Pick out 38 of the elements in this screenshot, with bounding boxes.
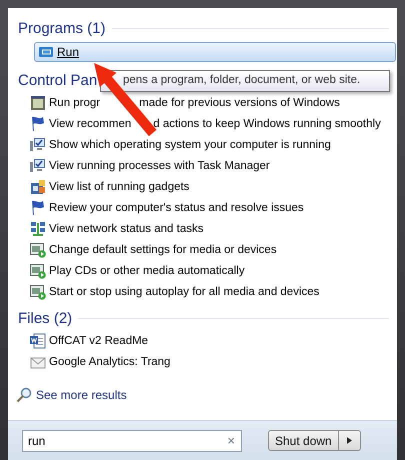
see-more-link[interactable]: See more results: [36, 388, 127, 402]
program-item[interactable]: Run: [34, 42, 396, 62]
application-icon: [30, 94, 46, 110]
run-icon: [38, 44, 54, 60]
search-field[interactable]: run ×: [22, 430, 242, 452]
monitor-icon: [30, 158, 46, 174]
media-icon: [30, 262, 46, 278]
control-panel-item[interactable]: View running processes with Task Manager: [49, 160, 270, 172]
gadgets-icon: [30, 178, 46, 194]
control-panel-item[interactable]: Review your computer's status and resolve issues: [49, 202, 304, 214]
shut-down-options-button[interactable]: [338, 430, 361, 451]
control-panel-item[interactable]: View list of running gadgets: [49, 180, 190, 192]
document-icon: [30, 332, 46, 348]
file-item[interactable]: Google Analytics: Trang: [49, 356, 170, 368]
control-panel-item[interactable]: View recommen: [49, 118, 132, 130]
shut-down-button[interactable]: Shut down: [268, 430, 339, 451]
tooltip: pens a program, folder, document, or web site.: [100, 70, 390, 92]
media-icon: [30, 242, 46, 258]
flag-icon: [30, 200, 46, 216]
clear-button[interactable]: ×: [227, 433, 235, 448]
media-icon: [30, 284, 46, 300]
caret-icon: [346, 437, 352, 444]
section-heading: Control Pan: [18, 72, 98, 88]
flag-icon: [30, 116, 46, 132]
file-item[interactable]: OffCAT v2 ReadMe: [49, 334, 148, 346]
section-heading: Programs (1): [18, 20, 106, 36]
control-panel-item[interactable]: Change default settings for media or devices: [49, 244, 277, 256]
control-panel-item[interactable]: View network status and tasks: [49, 222, 204, 234]
control-panel-item[interactable]: Play CDs or other media automatically: [49, 264, 245, 276]
section-heading: Files (2): [18, 310, 72, 326]
monitor-icon: [30, 136, 46, 152]
network-icon: [30, 220, 46, 236]
control-panel-item[interactable]: Start or stop using autoplay for all media and devices: [49, 286, 320, 298]
control-panel-item[interactable]: d actions to keep Windows running smoothly: [153, 118, 381, 130]
control-panel-item[interactable]: Show which operating system your computer is running: [49, 138, 331, 150]
search-icon: [16, 387, 32, 403]
control-panel-item[interactable]: made for previous versions of Windows: [139, 96, 340, 108]
control-panel-item[interactable]: Run progr: [49, 96, 100, 108]
